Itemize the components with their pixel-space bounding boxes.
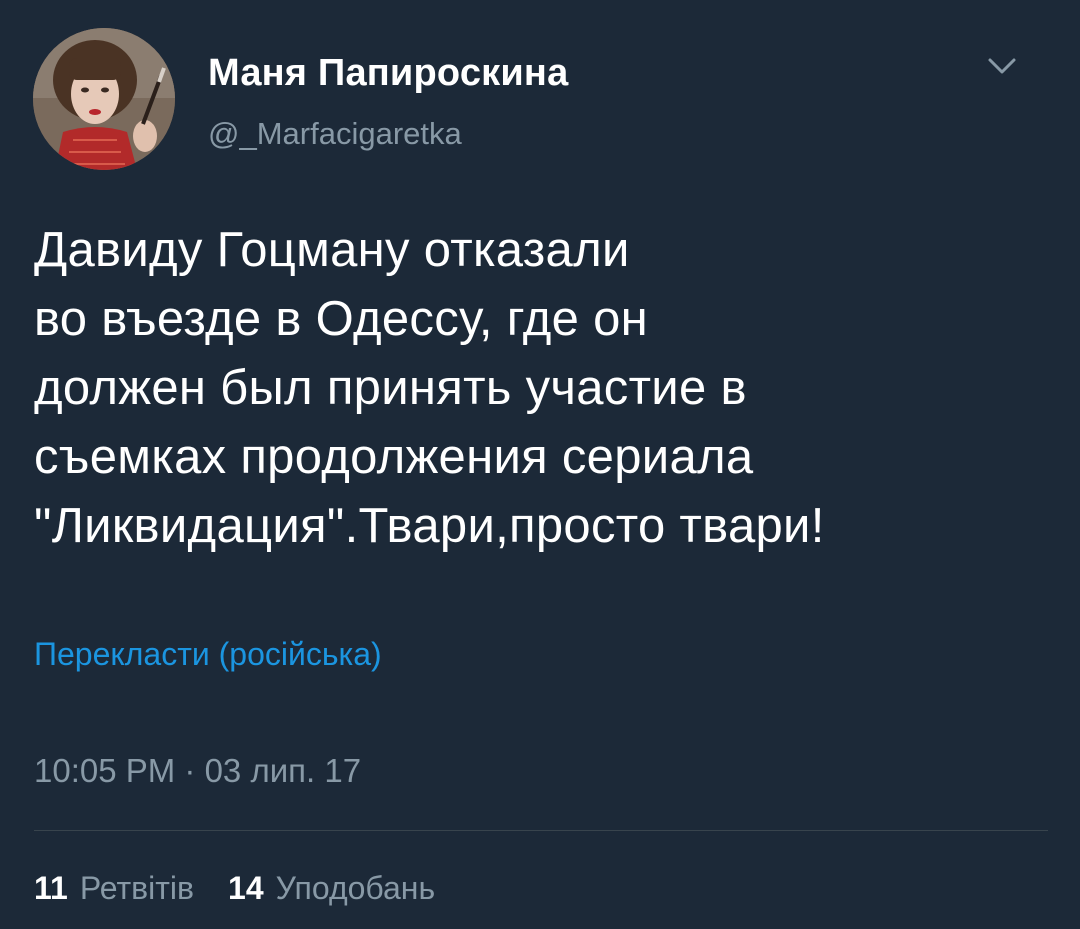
retweets-label: Ретвітів bbox=[79, 870, 195, 906]
chevron-down-icon[interactable] bbox=[980, 48, 1024, 84]
likes-stat[interactable]: 14 Уподобань bbox=[228, 870, 435, 907]
avatar-image bbox=[33, 28, 175, 170]
retweets-stat[interactable]: 11 Ретвітів bbox=[34, 870, 194, 907]
tweet-text: Давиду Гоцману отказали во въезде в Одес… bbox=[34, 223, 825, 553]
translate-link[interactable]: Перекласти (російська) bbox=[34, 636, 382, 673]
author-handle[interactable]: @_Marfacigaretka bbox=[208, 116, 462, 152]
tweet-detail: Маня Папироскина @_Marfacigaretka Давиду… bbox=[0, 0, 1080, 929]
likes-count: 14 bbox=[228, 870, 264, 906]
likes-label: Уподобань bbox=[275, 870, 436, 906]
tweet-timestamp[interactable]: 10:05 PM · 03 лип. 17 bbox=[34, 752, 361, 790]
author-display-name[interactable]: Маня Папироскина bbox=[208, 52, 568, 95]
user-avatar[interactable] bbox=[33, 28, 175, 170]
divider bbox=[34, 830, 1048, 831]
tweet-stats: 11 Ретвітів 14 Уподобань bbox=[34, 870, 469, 907]
retweets-count: 11 bbox=[34, 870, 68, 906]
